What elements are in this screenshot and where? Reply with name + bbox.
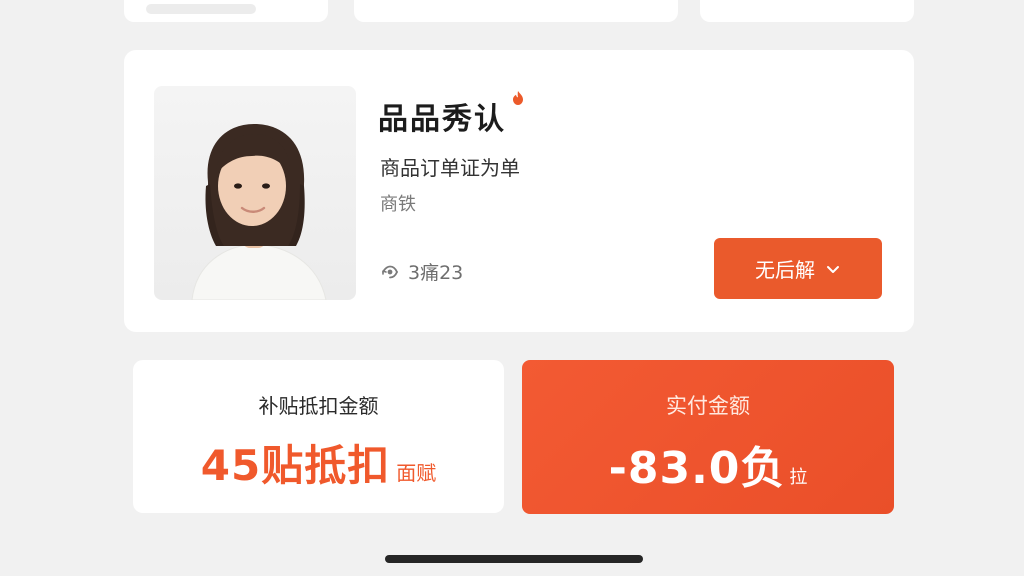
top-card-1[interactable] [124,0,328,22]
product-meta: 商铁 [380,194,416,215]
subsidy-unit: 面赋 [396,461,437,485]
product-photo [154,86,356,300]
paid-amount-value-row: -83.0负 拉 [522,432,894,496]
top-card-placeholder-bar [146,4,256,14]
product-subtitle: 商品订单证为单 [380,156,520,180]
flame-badge-icon [513,91,523,105]
product-title: 品品秀认 [378,102,506,137]
paid-amount-label: 实付金额 [666,394,750,418]
top-card-3[interactable] [700,0,914,22]
view-count: 3痛23 [380,258,463,285]
product-card[interactable]: 品品秀认 商品订单证为单 商铁 3痛23 无后解 [124,50,914,332]
subsidy-label: 补贴抵扣金额 [258,394,379,418]
paid-amount-unit: 拉 [789,467,808,488]
view-count-text: 3痛23 [408,262,464,284]
action-button-label: 无后解 [755,258,815,282]
home-indicator[interactable] [385,555,643,563]
subsidy-card: 补贴抵扣金额 45贴抵扣 面赋 [133,360,504,513]
eye-refresh-icon [382,265,398,278]
paid-amount-value: -83.0负 [608,443,786,494]
chevron-down-icon [827,265,839,273]
subsidy-value: 45贴抵扣 [200,441,391,490]
action-dropdown-button[interactable]: 无后解 [714,238,882,299]
paid-amount-card[interactable]: 实付金额 -83.0负 拉 [522,360,894,514]
subsidy-value-row: 45贴抵扣 面赋 [133,432,504,493]
top-card-2[interactable] [354,0,678,22]
